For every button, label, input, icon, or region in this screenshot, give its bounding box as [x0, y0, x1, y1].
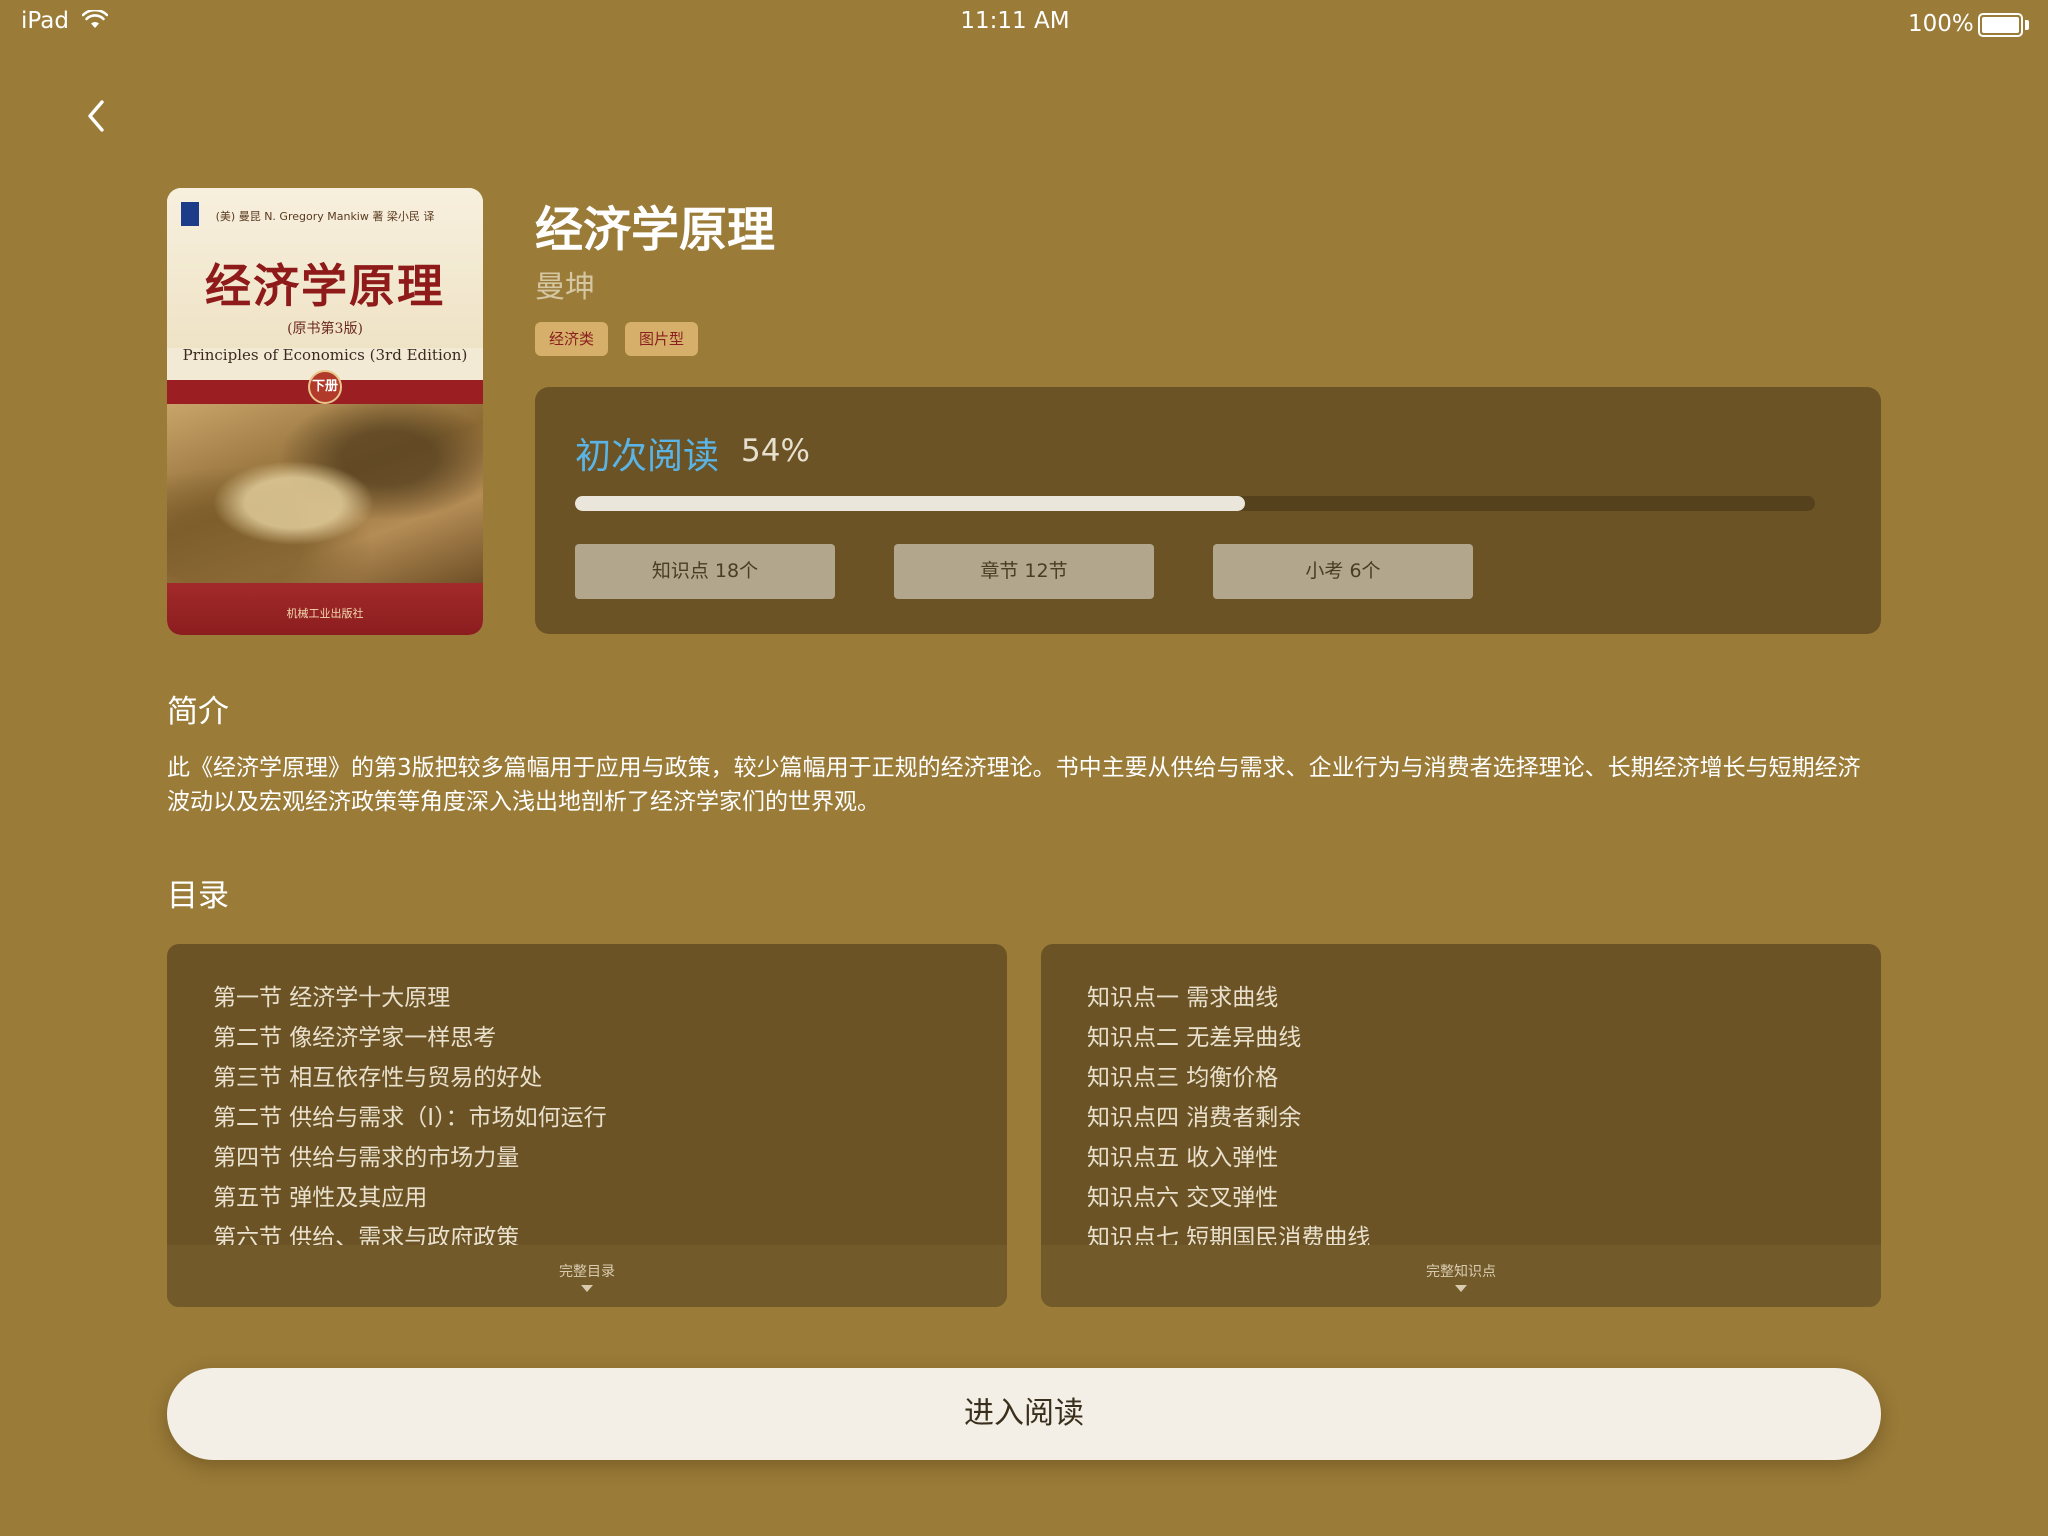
- chapter-item[interactable]: 第三节 相互依存性与贸易的好处: [213, 1058, 607, 1098]
- knowledge-point-item[interactable]: 知识点五 收入弹性: [1087, 1138, 1370, 1178]
- battery-icon: [1978, 13, 2023, 37]
- knowledge-point-item[interactable]: 知识点三 均衡价格: [1087, 1058, 1370, 1098]
- reading-percent: 54%: [741, 433, 810, 469]
- chapter-item[interactable]: 第一节 经济学十大原理: [213, 978, 607, 1018]
- cover-english-title: Principles of Economics (3rd Edition): [182, 346, 468, 364]
- chapter-list-card: 第一节 经济学十大原理 第二节 像经济学家一样思考 第三节 相互依存性与贸易的好…: [167, 944, 1007, 1307]
- progress-fill: [575, 496, 1245, 511]
- knowledge-point-item[interactable]: 知识点二 无差异曲线: [1087, 1018, 1370, 1058]
- cover-volume-badge: 下册: [308, 370, 342, 404]
- enter-reading-button[interactable]: 进入阅读: [167, 1368, 1881, 1460]
- knowledge-point-item[interactable]: 知识点四 消费者剩余: [1087, 1098, 1370, 1138]
- full-knowledge-points-label: 完整知识点: [1426, 1264, 1496, 1280]
- status-device: iPad: [21, 8, 69, 34]
- back-chevron-icon[interactable]: [82, 96, 112, 136]
- full-knowledge-points-button[interactable]: 完整知识点: [1041, 1245, 1881, 1307]
- caret-down-icon: [1455, 1285, 1467, 1292]
- battery-percent: 100%: [1908, 11, 1974, 37]
- knowledge-point-item[interactable]: 知识点一 需求曲线: [1087, 978, 1370, 1018]
- book-author: 曼坤: [535, 270, 595, 305]
- knowledge-point-item[interactable]: 知识点六 交叉弹性: [1087, 1178, 1370, 1218]
- reading-status-label: 初次阅读: [575, 436, 720, 477]
- full-toc-label: 完整目录: [559, 1264, 615, 1280]
- chapter-item[interactable]: 第二节 像经济学家一样思考: [213, 1018, 607, 1058]
- knowledge-points-button[interactable]: 知识点 18个: [575, 544, 835, 599]
- progress-track: [575, 496, 1815, 511]
- battery-tip: [2025, 20, 2029, 30]
- knowledge-point-list-card: 知识点一 需求曲线 知识点二 无差异曲线 知识点三 均衡价格 知识点四 消费者剩…: [1041, 944, 1881, 1307]
- quizzes-button[interactable]: 小考 6个: [1213, 544, 1473, 599]
- cover-author-line: (美) 曼昆 N. Gregory Mankiw 著 梁小民 译: [215, 210, 435, 223]
- knowledge-point-list: 知识点一 需求曲线 知识点二 无差异曲线 知识点三 均衡价格 知识点四 消费者剩…: [1087, 978, 1370, 1258]
- toc-heading: 目录: [167, 878, 229, 914]
- tag-type: 图片型: [625, 322, 699, 356]
- chapter-item[interactable]: 第二节 供给与需求（I）：市场如何运行: [213, 1098, 607, 1138]
- chapters-button[interactable]: 章节 12节: [894, 544, 1154, 599]
- chapter-item[interactable]: 第四节 供给与需求的市场力量: [213, 1138, 607, 1178]
- intro-text: 此《经济学原理》的第3版把较多篇幅用于应用与政策，较少篇幅用于正规的经济理论。书…: [167, 755, 1861, 815]
- cover-publisher: 机械工业出版社: [286, 607, 364, 620]
- cover-title: 经济学原理: [205, 259, 445, 313]
- full-toc-button[interactable]: 完整目录: [167, 1245, 1007, 1307]
- wifi-icon: [82, 10, 108, 28]
- chapter-item[interactable]: 第五节 弹性及其应用: [213, 1178, 607, 1218]
- status-time: 11:11 AM: [960, 8, 1070, 34]
- cover-painting: [167, 404, 483, 584]
- chapter-list: 第一节 经济学十大原理 第二节 像经济学家一样思考 第三节 相互依存性与贸易的好…: [213, 978, 607, 1258]
- book-title: 经济学原理: [535, 202, 776, 258]
- intro-heading: 简介: [167, 694, 229, 730]
- cover-edition: (原书第3版): [287, 321, 363, 337]
- caret-down-icon: [581, 1285, 593, 1292]
- book-cover: (美) 曼昆 N. Gregory Mankiw 著 梁小民 译 经济学原理 (…: [167, 188, 483, 635]
- tag-category: 经济类: [535, 322, 609, 356]
